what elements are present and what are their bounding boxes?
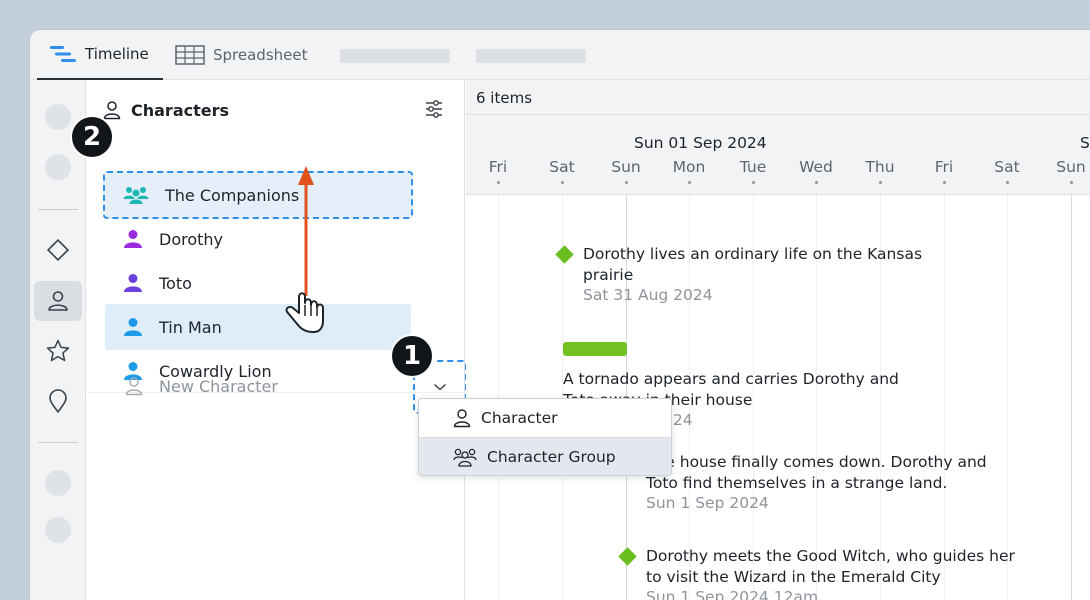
step-badge-2: 2 — [70, 115, 114, 159]
drag-arrow — [285, 166, 324, 333]
hand-cursor-icon — [285, 292, 324, 333]
step-badge-1: 1 — [390, 334, 434, 378]
